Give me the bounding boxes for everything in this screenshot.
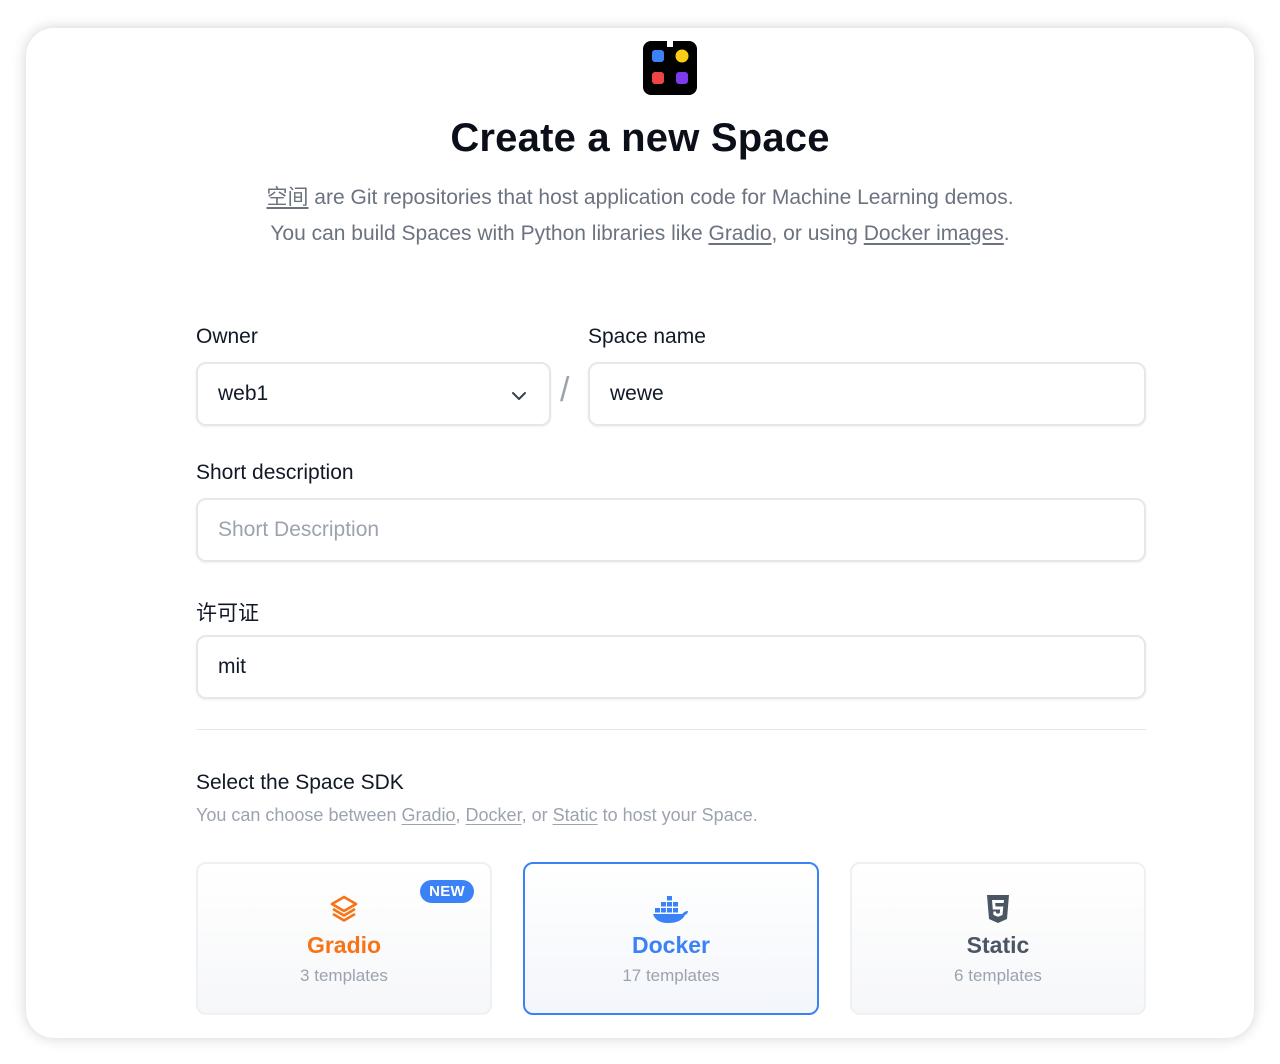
owner-select[interactable]: web1 (196, 362, 551, 426)
section-divider (196, 729, 1146, 730)
sdk-card-name: Static (966, 932, 1030, 958)
sdk-card-static[interactable]: Static 6 templates (850, 862, 1146, 1015)
sdk-card-gradio[interactable]: NEW Gradio 3 templates (196, 862, 492, 1015)
page-frame: Create a new Space 空间 are Git repositori… (26, 28, 1254, 1038)
sdk-card-count: 17 templates (622, 966, 720, 985)
space-name-input[interactable]: wewe (588, 362, 1146, 426)
docker-icon (653, 896, 688, 923)
intro-line-1: 空间 are Git repositories that host applic… (26, 180, 1254, 216)
sdk-card-name: Gradio (306, 932, 382, 958)
docker-images-link[interactable]: Docker images (864, 222, 1004, 245)
owner-label: Owner (196, 325, 258, 348)
sdk-sub-text: , or (521, 805, 553, 825)
sdk-card-count: 3 templates (300, 966, 388, 985)
sdk-card-name: Docker (632, 932, 710, 958)
intro-text: are Git repositories that host applicati… (308, 186, 1014, 209)
page-intro: 空间 are Git repositories that host applic… (26, 180, 1254, 252)
short-description-placeholder: Short Description (218, 518, 380, 541)
short-description-input[interactable]: Short Description (196, 498, 1146, 562)
short-description-label: Short description (196, 461, 354, 484)
space-name-label: Space name (588, 325, 706, 348)
space-name-value: wewe (610, 382, 664, 405)
owner-name-separator: / (560, 371, 570, 409)
license-value: mit (218, 655, 246, 678)
spaces-link[interactable]: 空间 (266, 186, 308, 209)
sdk-sub-text: , (455, 805, 466, 825)
sdk-gradio-link[interactable]: Gradio (402, 805, 456, 825)
license-input[interactable]: mit (196, 635, 1146, 699)
intro-text: . (1003, 222, 1010, 245)
gradio-icon (330, 895, 358, 922)
sdk-section-subtitle: You can choose between Gradio, Docker, o… (196, 805, 758, 826)
sdk-section-title: Select the Space SDK (196, 771, 404, 794)
sdk-card-docker[interactable]: Docker 17 templates (523, 862, 819, 1015)
intro-line-2: You can build Spaces with Python librari… (26, 216, 1254, 252)
page-title: Create a new Space (450, 116, 830, 160)
intro-text: You can build Spaces with Python librari… (270, 222, 709, 245)
sdk-card-count: 6 templates (954, 966, 1042, 985)
gradio-link[interactable]: Gradio (708, 222, 771, 245)
license-label: 许可证 (196, 602, 259, 625)
html5-icon (987, 895, 1009, 923)
spaces-logo-icon (643, 41, 697, 95)
sdk-static-link[interactable]: Static (553, 805, 598, 825)
sdk-sub-text: to host your Space. (597, 805, 758, 825)
owner-value: web1 (218, 382, 269, 405)
sdk-docker-link[interactable]: Docker (466, 805, 522, 825)
intro-text: , or using (771, 222, 864, 245)
chevron-down-icon (512, 392, 526, 400)
sdk-sub-text: You can choose between (196, 805, 402, 825)
